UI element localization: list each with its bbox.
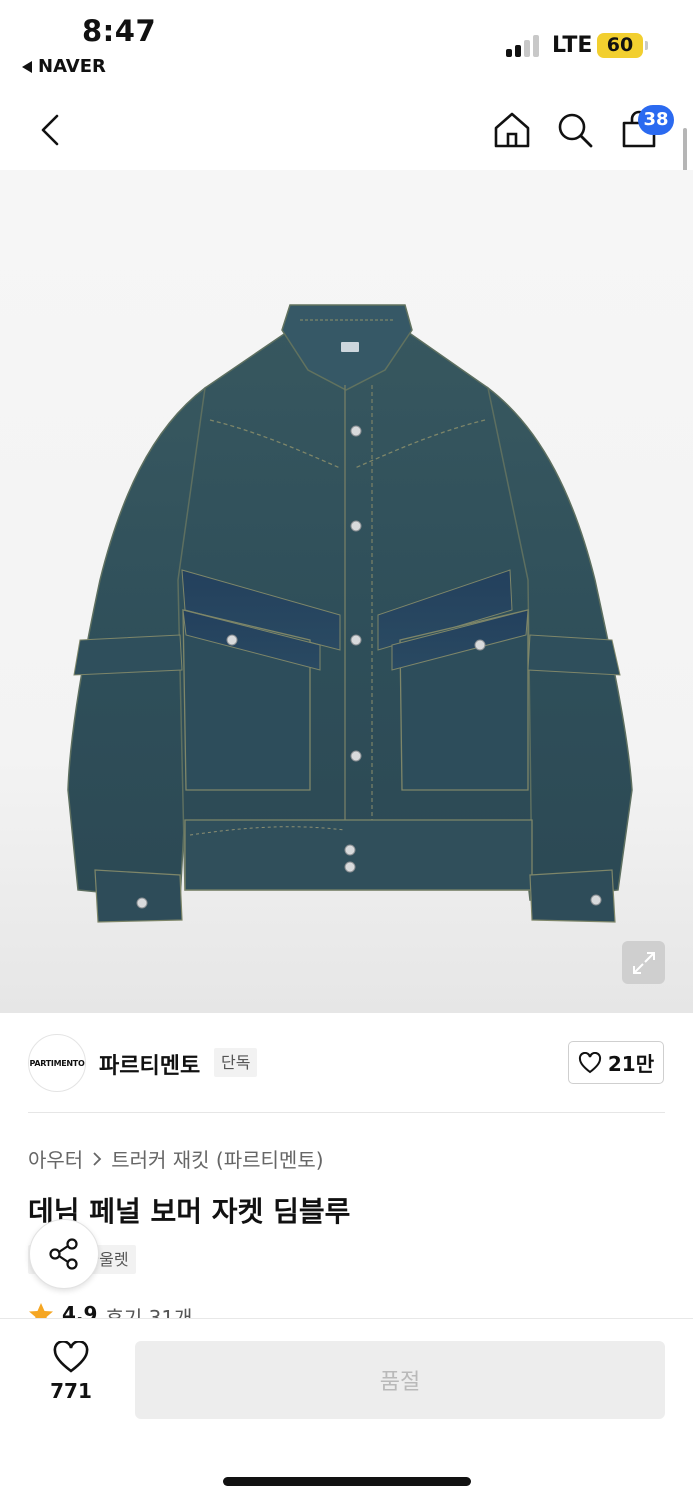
cellular-signal-icon [506, 33, 542, 57]
breadcrumb-subcategory[interactable]: 트러커 재킷 (파르티멘토) [111, 1144, 323, 1173]
cart-count-badge: 38 [638, 105, 674, 135]
wishlist-button[interactable]: 771 [38, 1341, 104, 1411]
wishlist-count: 771 [50, 1379, 92, 1403]
product-image[interactable] [0, 170, 693, 1013]
back-button[interactable] [24, 104, 76, 156]
brand-exclusive-tag: 단독 [214, 1048, 258, 1077]
chevron-right-icon [93, 1151, 102, 1166]
heart-icon [53, 1341, 89, 1373]
home-icon [494, 112, 530, 148]
top-nav-bar [0, 92, 693, 170]
expand-icon [632, 951, 655, 974]
heart-icon [578, 1051, 601, 1073]
brand-logo[interactable]: PARTIMENTO [28, 1034, 86, 1092]
network-type: LTE [552, 33, 593, 58]
status-bar: 8:47 NAVER LTE 60 [0, 0, 693, 90]
divider [28, 1112, 665, 1113]
search-button[interactable] [549, 104, 601, 156]
status-time: 8:47 [82, 14, 157, 48]
sold-out-button[interactable]: 품절 [135, 1341, 665, 1419]
chevron-left-icon [41, 114, 59, 146]
back-triangle-icon [22, 60, 32, 73]
breadcrumb-category[interactable]: 아우터 [28, 1144, 83, 1173]
breadcrumb: 아우터 트러커 재킷 (파르티멘토) [28, 1144, 324, 1173]
battery-tip [645, 41, 648, 50]
brand-like-count: 21만 [607, 1052, 655, 1076]
brand-logo-text: PARTIMENTO [29, 1058, 85, 1068]
expand-image-button[interactable] [622, 941, 665, 984]
share-icon [49, 1238, 78, 1270]
bottom-action-bar: 771 품절 [0, 1318, 693, 1500]
denim-jacket-image [67, 304, 633, 923]
search-icon [558, 113, 593, 148]
battery-icon: 60 [597, 33, 643, 58]
back-to-app-button[interactable]: NAVER [22, 56, 106, 77]
share-button[interactable] [29, 1219, 99, 1289]
brand-name[interactable]: 파르티멘토 [99, 1048, 200, 1080]
home-button[interactable] [486, 104, 538, 156]
brand-row: PARTIMENTO 파르티멘토 단독 21만 [0, 1032, 693, 1094]
back-app-label: NAVER [38, 56, 106, 77]
brand-like-button[interactable]: 21만 [568, 1041, 664, 1084]
home-indicator [223, 1477, 471, 1486]
